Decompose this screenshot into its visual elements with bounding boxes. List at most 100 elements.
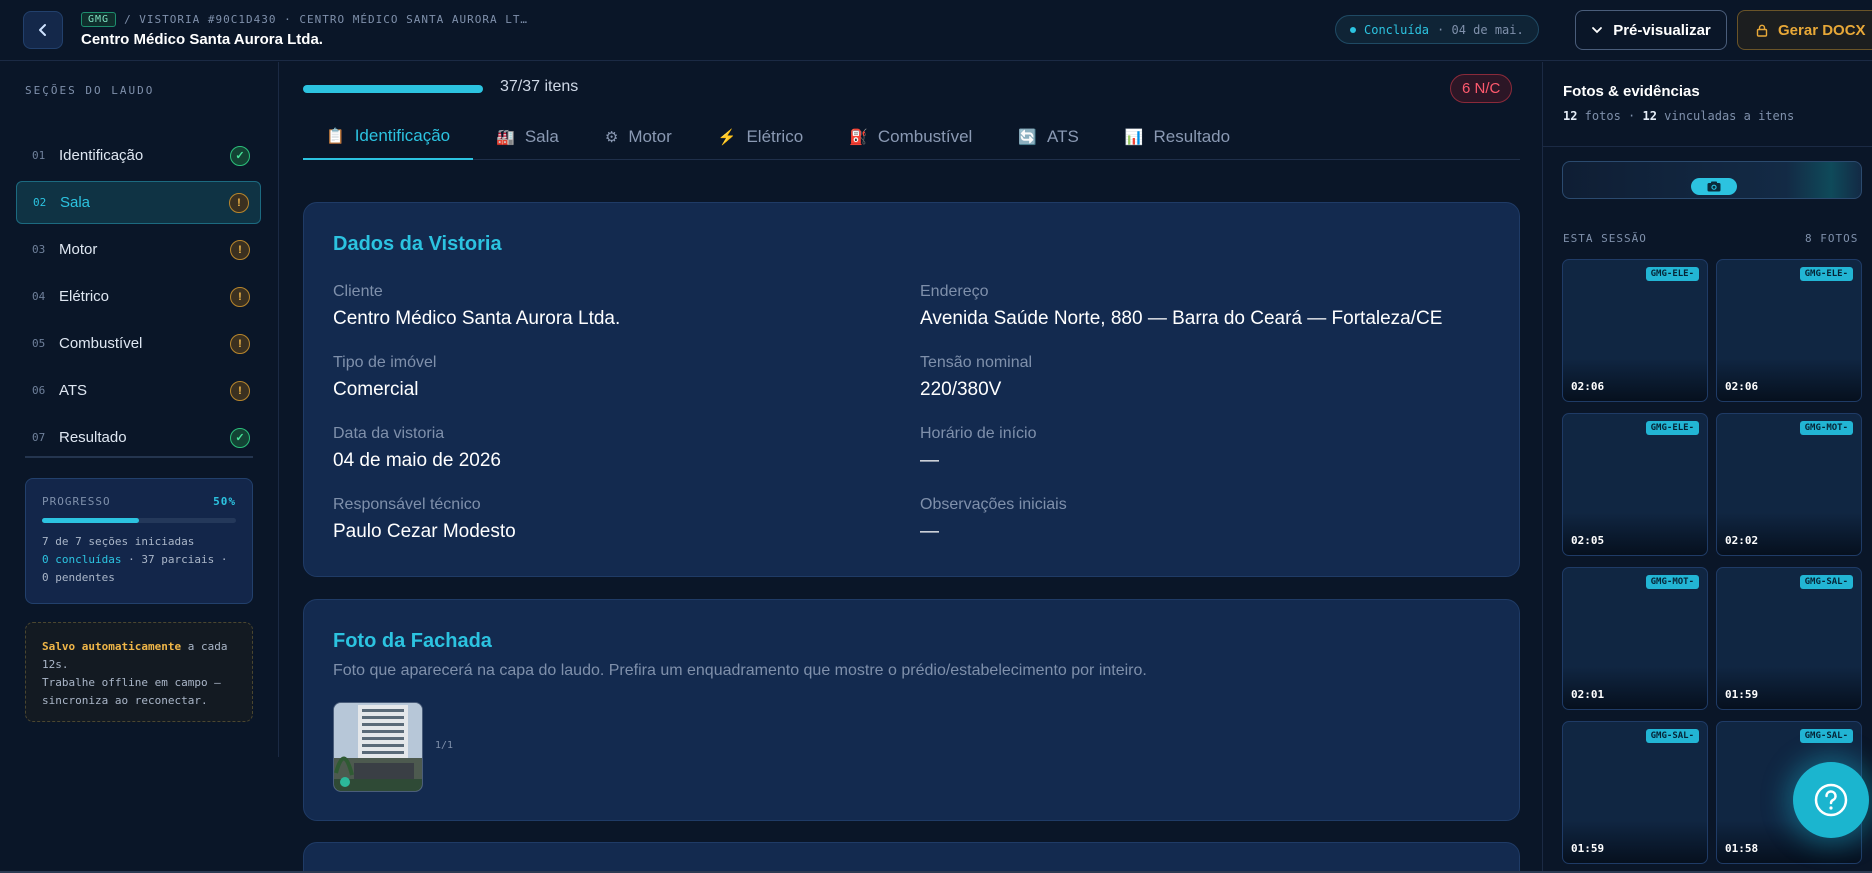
autosave-note: Salvo automaticamente a cada 12s. Trabal…	[25, 622, 253, 722]
facade-photo-thumbnail[interactable]	[333, 702, 423, 792]
photos-panel: Fotos & evidências 12 fotos · 12 vincula…	[1542, 62, 1872, 873]
field-value-horário-de-início[interactable]: —	[920, 450, 939, 472]
back-button[interactable]	[23, 11, 63, 49]
main-content: 37/37 itens 6 N/C 📋 Identificação 🏭 Sala ⚙ Mo…	[280, 62, 1542, 873]
photo-time: 02:06	[1725, 380, 1759, 393]
sidebar-item-identificação[interactable]: 01 Identificação ✓	[16, 134, 261, 177]
tab-identificação[interactable]: 📋 Identificação	[303, 114, 474, 160]
photo-thumbnail[interactable]: GMG-ELE- 02:06	[1716, 259, 1862, 402]
warning-icon: !	[230, 380, 250, 401]
photo-thumbnail[interactable]: GMG-ELE- 02:05	[1562, 413, 1708, 556]
tab-label: Sala	[524, 127, 559, 146]
tab-motor[interactable]: ⚙ Motor	[582, 114, 695, 160]
preview-button[interactable]: Pré-visualizar	[1575, 10, 1727, 50]
breadcrumb: GMG / VISTORIA #90C1D430 · CENTRO MÉDICO…	[81, 12, 528, 27]
warning-icon: !	[230, 239, 250, 260]
dados-vistoria-title: Dados da Vistoria	[333, 233, 502, 255]
field-value-responsável-técnico[interactable]: Paulo Cezar Modesto	[333, 521, 516, 543]
field-value-data-da-vistoria[interactable]: 04 de maio de 2026	[333, 450, 501, 472]
sidebar-item-resultado[interactable]: 07 Resultado ✓	[16, 416, 261, 459]
photos-panel-title: Fotos & evidências	[1563, 83, 1700, 100]
photo-tag: GMG-ELE-	[1645, 421, 1699, 435]
sidebar-item-ats[interactable]: 06 ATS!	[16, 369, 261, 412]
sidebar-item-number: 07	[32, 431, 46, 444]
clipboard-icon: 📋	[326, 128, 345, 145]
breadcrumb-text[interactable]: / VISTORIA #90C1D430 · CENTRO MÉDICO SAN…	[124, 13, 528, 26]
tab-ats[interactable]: 🔄 ATS	[995, 114, 1102, 160]
sidebar-item-combustível[interactable]: 05 Combustível!	[16, 322, 261, 365]
field-value-tipo-de-imóvel[interactable]: Comercial	[333, 379, 419, 401]
tab-elétrico[interactable]: ⚡ Elétrico	[695, 114, 826, 160]
photos-panel-summary: 12 fotos · 12 vinculadas a itens	[1563, 109, 1794, 123]
sidebar-item-motor[interactable]: 03 Motor!	[16, 228, 261, 271]
session-photo-count: 8 FOTOS	[1805, 232, 1859, 245]
sidebar-item-label: Identificação	[59, 147, 144, 164]
check-icon: ✓	[230, 145, 250, 166]
sections-sidebar: SEÇÕES DO LAUDO 01 Identificação ✓ 02 Sala! 0…	[0, 62, 279, 757]
field-label-responsável-técnico: Responsável técnico	[333, 496, 481, 513]
tab-label: Motor	[628, 127, 672, 146]
tab-combustível[interactable]: ⛽ Combustível	[826, 114, 995, 160]
photos-panel-divider	[1543, 146, 1872, 147]
top-header: GMG / VISTORIA #90C1D430 · CENTRO MÉDICO…	[0, 0, 1872, 61]
foto-fachada-card: Foto da Fachada Foto que aparecerá na ca…	[303, 599, 1520, 821]
progress-pendentes: 0 pendentes	[42, 571, 115, 584]
status-dot-icon	[1350, 26, 1356, 33]
photo-thumbnail[interactable]: GMG-ELE- 02:06	[1562, 259, 1708, 402]
nc-badge[interactable]: 6 N/C	[1450, 74, 1513, 103]
warning-icon: !	[229, 192, 249, 213]
photo-thumbnail[interactable]: GMG-SAL- 01:59	[1562, 721, 1708, 864]
tab-label: Resultado	[1153, 127, 1231, 146]
sidebar-item-number: 04	[32, 290, 46, 303]
preview-button-label: Pré-visualizar	[1613, 21, 1711, 39]
field-value-cliente[interactable]: Centro Médico Santa Aurora Ltda.	[333, 308, 620, 330]
items-progress-bar	[303, 85, 483, 93]
photo-time: 01:59	[1725, 688, 1759, 701]
tab-label: ATS	[1047, 127, 1079, 146]
chevron-down-icon	[1592, 27, 1603, 34]
sidebar-item-label: Combustível	[59, 335, 143, 352]
sidebar-divider	[25, 456, 253, 458]
photo-tag: GMG-MOT-	[1645, 575, 1699, 589]
warning-icon: !	[230, 333, 250, 354]
sidebar-item-sala[interactable]: 02 Sala!	[16, 181, 261, 224]
generate-docx-label: Gerar DOCX	[1778, 21, 1866, 39]
sidebar-item-label: ATS	[59, 382, 88, 399]
photo-tag: GMG-SAL-	[1799, 575, 1853, 589]
photo-time: 01:59	[1571, 842, 1605, 855]
photo-time: 02:06	[1571, 380, 1605, 393]
progress-bar	[42, 518, 236, 523]
photo-thumbnail[interactable]: GMG-MOT- 02:02	[1716, 413, 1862, 556]
generate-docx-button[interactable]: Gerar DOCX	[1737, 10, 1872, 50]
photo-tag: GMG-ELE-	[1799, 267, 1853, 281]
field-value-tensão-nominal[interactable]: 220/380V	[920, 379, 1001, 401]
sidebar-item-label: Sala	[60, 194, 91, 211]
field-value-endereço[interactable]: Avenida Saúde Norte, 880 — Barra do Cear…	[920, 308, 1442, 330]
status-badge: Concluída · 04 de mai.	[1335, 15, 1539, 44]
photo-thumbnail[interactable]: GMG-MOT- 02:01	[1562, 567, 1708, 710]
chevron-left-icon	[39, 24, 46, 36]
dados-vistoria-card: Dados da Vistoria Cliente Centro Médico S…	[303, 202, 1520, 577]
field-value-observações-iniciais[interactable]: —	[920, 521, 939, 543]
facade-photo-count: 1/1	[435, 740, 454, 751]
field-label-tipo-de-imóvel: Tipo de imóvel	[333, 354, 437, 371]
photo-time: 02:01	[1571, 688, 1605, 701]
question-mark-icon	[1814, 783, 1848, 817]
lock-icon	[1756, 24, 1768, 37]
sidebar-item-elétrico[interactable]: 04 Elétrico!	[16, 275, 261, 318]
tab-sala[interactable]: 🏭 Sala	[473, 114, 582, 160]
gmg-tag: GMG	[81, 12, 117, 27]
linked-count: 12	[1642, 109, 1657, 123]
camera-icon	[1691, 178, 1737, 195]
tab-resultado[interactable]: 📊 Resultado	[1102, 114, 1253, 160]
autosave-offline-text: Trabalhe offline em campo — sincroniza a…	[42, 676, 221, 707]
factory-icon: 🏭	[496, 129, 515, 146]
gear-icon: ⚙	[604, 129, 619, 146]
sidebar-item-number: 02	[33, 196, 47, 209]
add-photo-button[interactable]	[1562, 161, 1862, 199]
photo-thumbnail[interactable]: GMG-SAL- 01:59	[1716, 567, 1862, 710]
tab-label: Elétrico	[746, 127, 804, 146]
help-button[interactable]	[1793, 762, 1869, 838]
photos-count: 12	[1563, 109, 1578, 123]
progress-parciais: · 37 parciais ·	[121, 553, 228, 566]
